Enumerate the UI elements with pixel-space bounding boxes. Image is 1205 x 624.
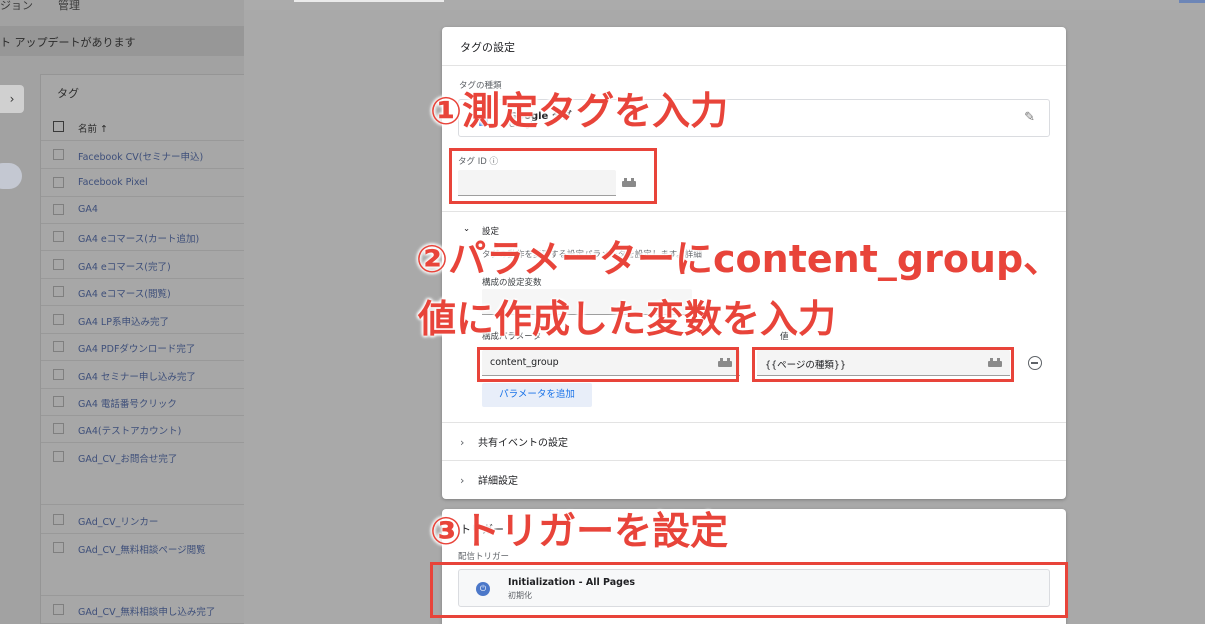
edit-pencil-icon[interactable]: ✎ (1024, 110, 1035, 125)
divider (442, 65, 1066, 66)
tag-link[interactable]: GA4 セミナー申し込み完了 (78, 369, 196, 383)
row-checkbox[interactable] (53, 542, 64, 553)
tag-list-heading: タグ (57, 87, 79, 100)
highlight-param-value (752, 347, 1014, 382)
table-row[interactable]: GA4(テストアカウント) (41, 415, 245, 443)
table-row[interactable]: GAd_CV_リンカー (41, 506, 245, 534)
tag-link[interactable]: GA4 eコマース(閲覧) (78, 286, 171, 300)
row-checkbox[interactable] (53, 369, 64, 380)
select-all-checkbox[interactable] (53, 121, 64, 132)
tag-link[interactable]: GAd_CV_無料相談申し込み完了 (78, 604, 215, 618)
row-checkbox[interactable] (53, 451, 64, 462)
annotation-step-2-line-2: 値に作成した変数を入力 (418, 297, 837, 341)
table-row[interactable]: Facebook CV(セミナー申込) (41, 141, 245, 169)
table-row[interactable]: GAd_CV_お問合せ完了 (41, 443, 245, 505)
nav-item-version[interactable]: ジョン (0, 0, 33, 13)
table-row[interactable]: GA4 eコマース(閲覧) (41, 278, 245, 306)
row-checkbox[interactable] (53, 341, 64, 352)
divider (442, 211, 1066, 212)
tag-link[interactable]: Facebook CV(セミナー申込) (78, 149, 203, 163)
tag-link[interactable]: GAd_CV_無料相談ページ閲覧 (78, 542, 206, 556)
row-checkbox[interactable] (53, 604, 64, 615)
row-checkbox[interactable] (53, 514, 64, 525)
tag-link[interactable]: GAd_CV_お問合せ完了 (78, 451, 177, 465)
shared-events-label: 共有イベントの設定 (478, 438, 568, 449)
top-nav: ジョン 管理 (0, 0, 244, 12)
card-title: タグの設定 (460, 41, 515, 54)
row-checkbox[interactable] (53, 314, 64, 325)
table-row[interactable]: GA4 eコマース(カート追加) (41, 223, 245, 251)
remove-param-icon[interactable] (1028, 356, 1042, 370)
selected-nav-indicator (0, 163, 22, 189)
editor-top-bar (244, 0, 1205, 10)
chevron-right-icon: › (460, 474, 465, 487)
table-row[interactable]: GA4 (41, 196, 245, 224)
divider (442, 422, 1066, 423)
name-column-header[interactable]: 名前 ↑ (78, 121, 108, 135)
tag-link[interactable]: GA4 (78, 204, 98, 215)
table-row[interactable]: GAd_CV_無料相談申し込み完了 (41, 596, 245, 624)
row-checkbox[interactable] (53, 423, 64, 434)
advanced-settings-label: 詳細設定 (478, 476, 518, 487)
left-sidebar: ジョン 管理 ト アップデートがあります › タグ 名前 ↑ Facebook … (0, 0, 245, 624)
row-checkbox[interactable] (53, 286, 64, 297)
tag-link[interactable]: Facebook Pixel (78, 177, 148, 188)
update-banner: ト アップデートがあります (0, 26, 244, 56)
table-row[interactable]: GAd_CV_無料相談ページ閲覧 (41, 534, 245, 596)
chevron-right-icon: › (9, 92, 15, 106)
advanced-settings-row[interactable]: › 詳細設定 (460, 472, 518, 487)
annotation-step-2-line-1: ②パラメーターにcontent_group、 (416, 237, 1062, 281)
tag-link[interactable]: GA4 eコマース(カート追加) (78, 231, 199, 245)
nav-item-admin[interactable]: 管理 (58, 0, 80, 13)
row-checkbox[interactable] (53, 204, 64, 215)
row-checkbox[interactable] (53, 177, 64, 188)
tag-link[interactable]: GA4 電話番号クリック (78, 396, 177, 410)
row-checkbox[interactable] (53, 231, 64, 242)
row-checkbox[interactable] (53, 396, 64, 407)
collapse-button[interactable]: › (0, 85, 24, 113)
table-row[interactable]: GA4 PDFダウンロード完了 (41, 333, 245, 361)
table-header-row: 名前 ↑ (41, 113, 245, 141)
table-row[interactable]: GA4 eコマース(完了) (41, 251, 245, 279)
table-row[interactable]: Facebook Pixel (41, 169, 245, 197)
tag-link[interactable]: GA4 eコマース(完了) (78, 259, 171, 273)
tag-name-field[interactable] (294, 0, 444, 2)
tag-link[interactable]: GA4 PDFダウンロード完了 (78, 341, 195, 355)
highlight-trigger (430, 562, 1068, 618)
divider (442, 460, 1066, 461)
table-row[interactable]: GA4 LP系申込み完了 (41, 306, 245, 334)
row-checkbox[interactable] (53, 149, 64, 160)
add-parameter-button[interactable]: パラメータを追加 (482, 383, 592, 407)
annotation-step-1: ①測定タグを入力 (430, 89, 729, 133)
tag-list-panel: タグ 名前 ↑ Facebook CV(セミナー申込) Facebook Pix… (40, 74, 245, 624)
chevron-right-icon: › (460, 436, 465, 449)
tag-link[interactable]: GAd_CV_リンカー (78, 514, 158, 528)
update-banner-text: ト アップデートがあります (0, 36, 136, 49)
highlight-param-name (477, 347, 739, 382)
highlight-tag-id (449, 148, 657, 204)
tag-link[interactable]: GA4(テストアカウント) (78, 423, 181, 437)
shared-events-row[interactable]: › 共有イベントの設定 (460, 434, 568, 449)
row-checkbox[interactable] (53, 259, 64, 270)
annotation-step-3: ③トリガーを設定 (430, 509, 729, 553)
tag-link[interactable]: GA4 LP系申込み完了 (78, 314, 169, 328)
table-row[interactable]: GA4 セミナー申し込み完了 (41, 361, 245, 389)
table-row[interactable]: GA4 電話番号クリック (41, 388, 245, 416)
save-button[interactable] (1179, 0, 1205, 3)
